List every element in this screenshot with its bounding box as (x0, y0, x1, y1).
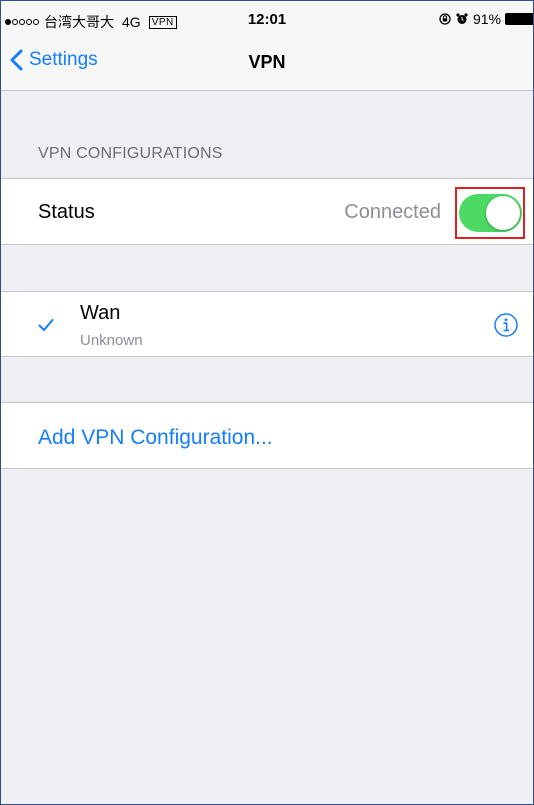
orientation-lock-icon (439, 13, 451, 25)
status-bar: 台湾大哥大 4G VPN 12:01 91% (1, 1, 533, 37)
add-vpn-configuration-label: Add VPN Configuration... (38, 426, 273, 449)
info-icon[interactable] (494, 313, 518, 337)
add-vpn-configuration-button[interactable]: Add VPN Configuration... (1, 402, 533, 469)
navigation-bar: Settings VPN (1, 37, 533, 91)
alarm-icon (456, 13, 468, 24)
phone-screen: 台湾大哥大 4G VPN 12:01 91% Settings VPN VPN … (0, 0, 534, 805)
status-row: Status Connected (1, 178, 533, 245)
section-header-vpn-configurations: VPN CONFIGURATIONS (38, 145, 223, 162)
status-right: 91% (439, 11, 533, 27)
battery-icon (505, 13, 533, 25)
highlight-box (455, 187, 525, 239)
vpn-configuration-row[interactable]: Wan Unknown (1, 291, 533, 357)
status-label: Status (38, 201, 95, 223)
battery-percent: 91% (472, 11, 501, 27)
page-title: VPN (248, 52, 286, 72)
checkmark-icon (38, 319, 54, 331)
status-value: Connected (344, 201, 441, 223)
configuration-name: Wan (80, 302, 121, 324)
configuration-status: Unknown (80, 332, 143, 349)
